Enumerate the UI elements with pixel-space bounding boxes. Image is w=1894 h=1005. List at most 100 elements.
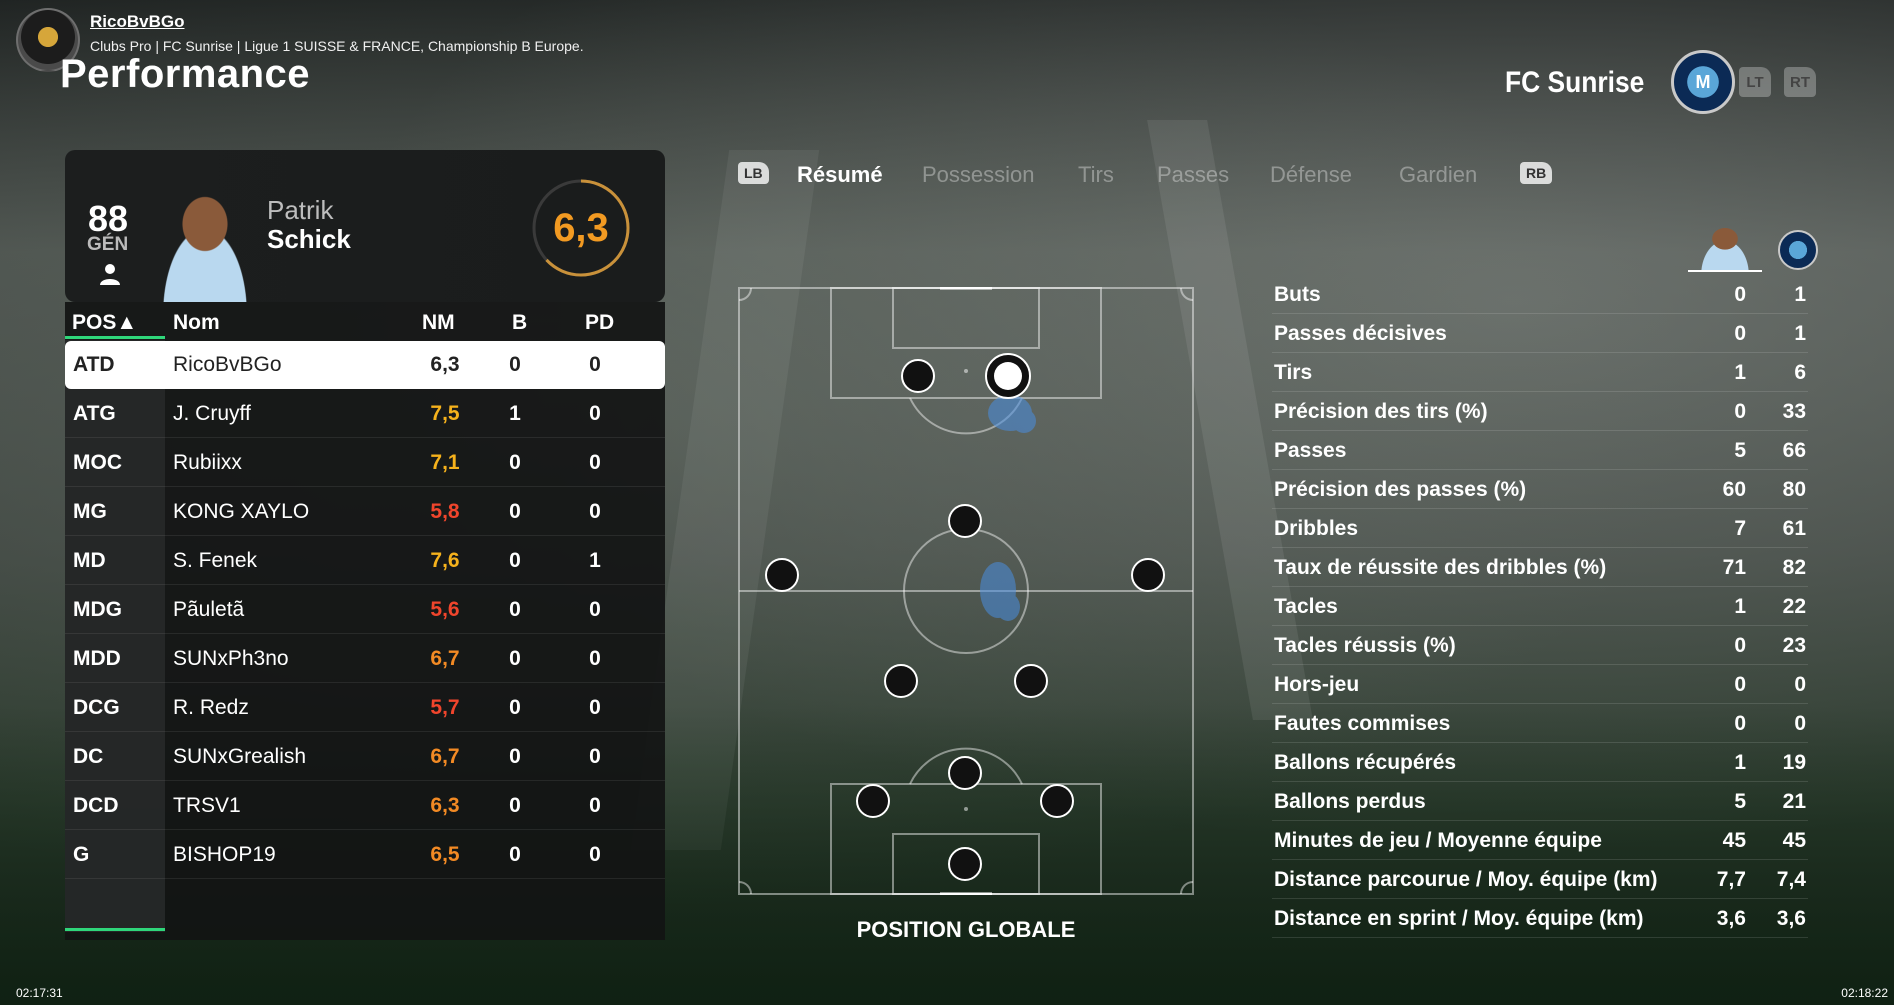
cell-nm: 6,3	[430, 353, 460, 376]
table-row[interactable]: DC SUNxGrealish 6,7 0 0	[65, 733, 665, 781]
player-marker[interactable]	[1131, 558, 1165, 592]
stat-row: Fautes commises 0 0	[1272, 704, 1808, 743]
stat-player-value: 0	[1734, 322, 1746, 345]
sort-indicator	[65, 336, 165, 339]
person-icon	[100, 264, 120, 285]
tab-passes[interactable]: Passes	[1157, 162, 1229, 188]
rb-button[interactable]: RB	[1520, 162, 1553, 184]
stat-team-value: 33	[1782, 400, 1806, 423]
table-row[interactable]: DCG R. Redz 5,7 0 0	[65, 684, 665, 732]
player-marker[interactable]	[1014, 664, 1048, 698]
stat-player-value: 1	[1734, 595, 1746, 618]
table-row[interactable]: G BISHOP19 6,5 0 0	[65, 831, 665, 879]
stat-player-value: 71	[1722, 556, 1746, 579]
rt-button[interactable]: RT	[1784, 67, 1816, 97]
cell-pos: MOC	[73, 451, 122, 474]
cell-pos: DCG	[73, 696, 120, 719]
pitch-map	[738, 287, 1194, 895]
team-column-icon	[1778, 230, 1818, 270]
cell-b: 1	[509, 402, 521, 425]
player-marker[interactable]	[1040, 784, 1074, 818]
stat-label: Ballons récupérés	[1274, 751, 1457, 774]
cell-nm: 5,8	[430, 500, 460, 523]
stat-row: Distance parcourue / Moy. équipe (km) 7,7…	[1272, 860, 1808, 899]
player-marker[interactable]	[948, 504, 982, 538]
header-nom[interactable]: Nom	[173, 311, 220, 335]
stat-label: Passes	[1274, 439, 1347, 462]
club-crest-letter: M	[1695, 71, 1711, 92]
player-marker[interactable]	[948, 756, 982, 790]
stat-player-value: 0	[1734, 400, 1746, 423]
stat-label: Dribbles	[1274, 517, 1359, 540]
cell-nom: SUNxGrealish	[173, 745, 307, 768]
stat-label: Hors-jeu	[1274, 673, 1360, 696]
tab-resume[interactable]: Résumé	[797, 162, 883, 188]
user-name[interactable]: RicoBvBGo	[90, 12, 184, 32]
stat-team-value: 3,6	[1776, 907, 1806, 930]
table-row[interactable]: MOC Rubiixx 7,1 0 0	[65, 439, 665, 487]
table-row[interactable]: MDD SUNxPh3no 6,7 0 0	[65, 635, 665, 683]
cell-nom: BISHOP19	[173, 843, 276, 866]
cell-pd: 0	[589, 402, 601, 425]
stat-player-value: 0	[1734, 673, 1746, 696]
stat-player-value: 0	[1734, 712, 1746, 735]
table-row[interactable]: MDG Pãuletã 5,6 0 0	[65, 586, 665, 634]
player-marker[interactable]	[856, 784, 890, 818]
stat-row: Passes décisives 0 1	[1272, 314, 1808, 353]
cell-nom: S. Fenek	[173, 549, 258, 572]
stat-team-value: 1	[1794, 283, 1806, 306]
stat-player-value: 0	[1734, 634, 1746, 657]
cell-pd: 0	[589, 647, 601, 670]
header-b[interactable]: B	[512, 311, 527, 335]
stat-label: Précision des passes (%)	[1274, 478, 1527, 501]
stat-player-value: 7,7	[1716, 868, 1746, 891]
cell-b: 0	[509, 549, 521, 572]
cell-pos: ATD	[73, 353, 115, 376]
cell-b: 0	[509, 745, 521, 768]
cell-nom: KONG XAYLO	[173, 500, 310, 523]
table-row[interactable]: ATD RicoBvBGo 6,3 0 0	[65, 341, 665, 389]
tab-possession[interactable]: Possession	[922, 162, 1035, 188]
lt-button[interactable]: LT	[1739, 67, 1771, 97]
cell-b: 0	[509, 598, 521, 621]
table-row[interactable]: DCD TRSV1 6,3 0 0	[65, 782, 665, 830]
player-marker[interactable]	[948, 847, 982, 881]
stat-label: Passes décisives	[1274, 322, 1447, 345]
player-marker[interactable]	[884, 664, 918, 698]
stat-label: Précision des tirs (%)	[1274, 400, 1488, 423]
cell-b: 0	[509, 353, 521, 376]
tab-defense[interactable]: Défense	[1270, 162, 1352, 188]
header-pos[interactable]: POS▲	[72, 311, 137, 335]
header-nm[interactable]: NM	[422, 311, 455, 335]
overall-label: GÉN	[87, 234, 129, 255]
player-marker[interactable]	[765, 558, 799, 592]
stat-player-value: 0	[1734, 283, 1746, 306]
cell-b: 0	[509, 647, 521, 670]
stat-player-value: 7	[1734, 517, 1746, 540]
header-pd[interactable]: PD	[585, 311, 614, 335]
tab-tirs[interactable]: Tirs	[1078, 162, 1114, 188]
stat-row: Précision des passes (%) 60 80	[1272, 470, 1808, 509]
stat-row: Ballons perdus 5 21	[1272, 782, 1808, 821]
cell-nm: 6,7	[430, 745, 460, 768]
table-row[interactable]: ATG J. Cruyff 7,5 1 0	[65, 390, 665, 438]
cell-pd: 1	[589, 549, 601, 572]
cell-nm: 5,7	[430, 696, 460, 719]
stat-label: Buts	[1274, 283, 1321, 306]
player-marker[interactable]	[901, 359, 935, 393]
match-rating: 6,3	[553, 205, 609, 250]
cell-nom: R. Redz	[173, 696, 249, 719]
table-row[interactable]: MG KONG XAYLO 5,8 0 0	[65, 488, 665, 536]
stat-team-value: 0	[1794, 673, 1806, 696]
cell-b: 0	[509, 451, 521, 474]
stat-row: Tirs 1 6	[1272, 353, 1808, 392]
lb-button[interactable]: LB	[738, 162, 769, 184]
cell-b: 0	[509, 696, 521, 719]
stat-team-value: 6	[1794, 361, 1806, 384]
tab-gardien[interactable]: Gardien	[1399, 162, 1477, 188]
cell-b: 0	[509, 843, 521, 866]
table-row[interactable]: MD S. Fenek 7,6 0 1	[65, 537, 665, 585]
stat-team-value: 66	[1782, 439, 1806, 462]
stat-label: Distance parcourue / Moy. équipe (km)	[1274, 868, 1658, 891]
cell-nom: SUNxPh3no	[173, 647, 289, 670]
